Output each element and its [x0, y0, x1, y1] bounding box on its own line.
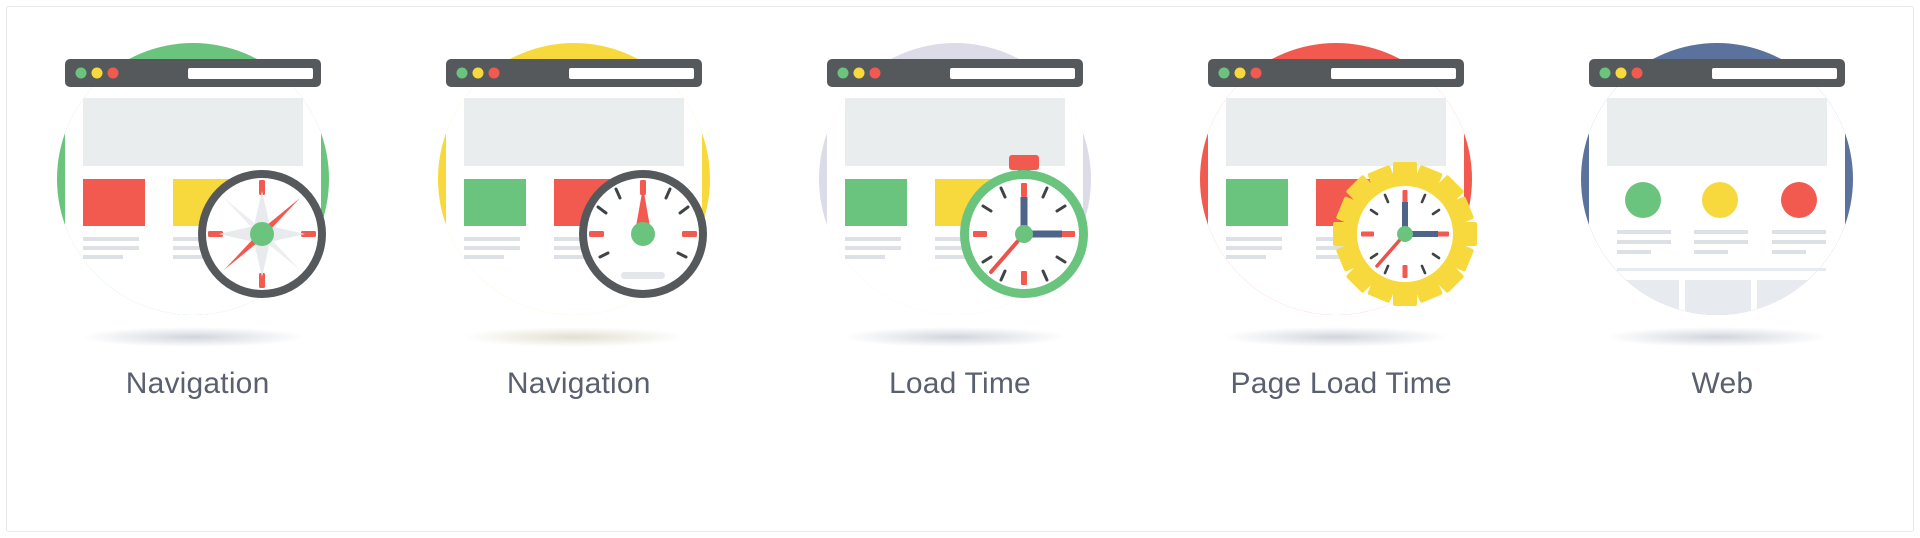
speedometer-icon	[578, 170, 707, 298]
illustration-page-load-time	[1176, 19, 1506, 359]
icon-caption: Navigation	[125, 367, 270, 400]
content-block-1	[1226, 179, 1289, 226]
content-block-1	[82, 179, 145, 226]
icon-card-web[interactable]: Web	[1537, 7, 1907, 507]
address-bar	[1331, 68, 1457, 79]
window-dot-green	[456, 67, 468, 79]
window-dot-green	[75, 67, 87, 79]
window-dot-red	[869, 67, 881, 79]
window-dot-green	[837, 67, 849, 79]
icon-caption: Navigation	[506, 367, 651, 400]
feature-circle-yellow	[1702, 182, 1739, 218]
window-dot-green	[1218, 67, 1230, 79]
content-block-1	[844, 179, 907, 226]
icon-card-navigation-compass[interactable]: Navigation	[13, 7, 383, 507]
feature-circle-green	[1625, 182, 1662, 218]
window-dot-red	[107, 67, 119, 79]
icon-card-navigation-speedometer[interactable]: Navigation	[394, 7, 764, 507]
clock-hub	[1014, 225, 1033, 243]
window-dot-yellow	[1234, 67, 1246, 79]
illustration-load-time	[795, 19, 1125, 359]
hero-block	[82, 98, 303, 166]
icon-set-page: Navigation Navigation Load Time Page Loa…	[0, 0, 1920, 538]
hero-block	[1607, 98, 1828, 166]
hero-block	[463, 98, 684, 166]
stopwatch-crown	[1008, 155, 1039, 170]
icon-card-page-load-time[interactable]: Page Load Time	[1156, 7, 1526, 507]
illustration-web	[1557, 19, 1887, 359]
window-dot-yellow	[472, 67, 484, 79]
icon-caption: Web	[1691, 367, 1754, 400]
icon-card-load-time[interactable]: Load Time	[775, 7, 1145, 507]
address-bar	[187, 68, 313, 79]
content-block-1	[463, 179, 526, 226]
icon-caption: Page Load Time	[1230, 367, 1452, 400]
clock-hub	[1397, 226, 1414, 242]
window-dot-red	[1631, 67, 1643, 79]
illustration-navigation-compass	[33, 19, 363, 359]
icon-row: Navigation Navigation Load Time Page Loa…	[7, 7, 1913, 531]
feature-circle-red	[1781, 182, 1818, 218]
window-dot-yellow	[853, 67, 865, 79]
window-dot-green	[1599, 67, 1611, 79]
icon-caption: Load Time	[889, 367, 1031, 400]
window-dot-yellow	[91, 67, 103, 79]
illustration-navigation-speedometer	[414, 19, 744, 359]
address-bar	[1712, 68, 1838, 79]
address-bar	[568, 68, 694, 79]
window-dot-yellow	[1615, 67, 1627, 79]
window-dot-red	[488, 67, 500, 79]
window-dot-red	[1250, 67, 1262, 79]
compass-icon	[197, 170, 326, 298]
address-bar	[949, 68, 1075, 79]
hero-block	[1226, 98, 1447, 166]
